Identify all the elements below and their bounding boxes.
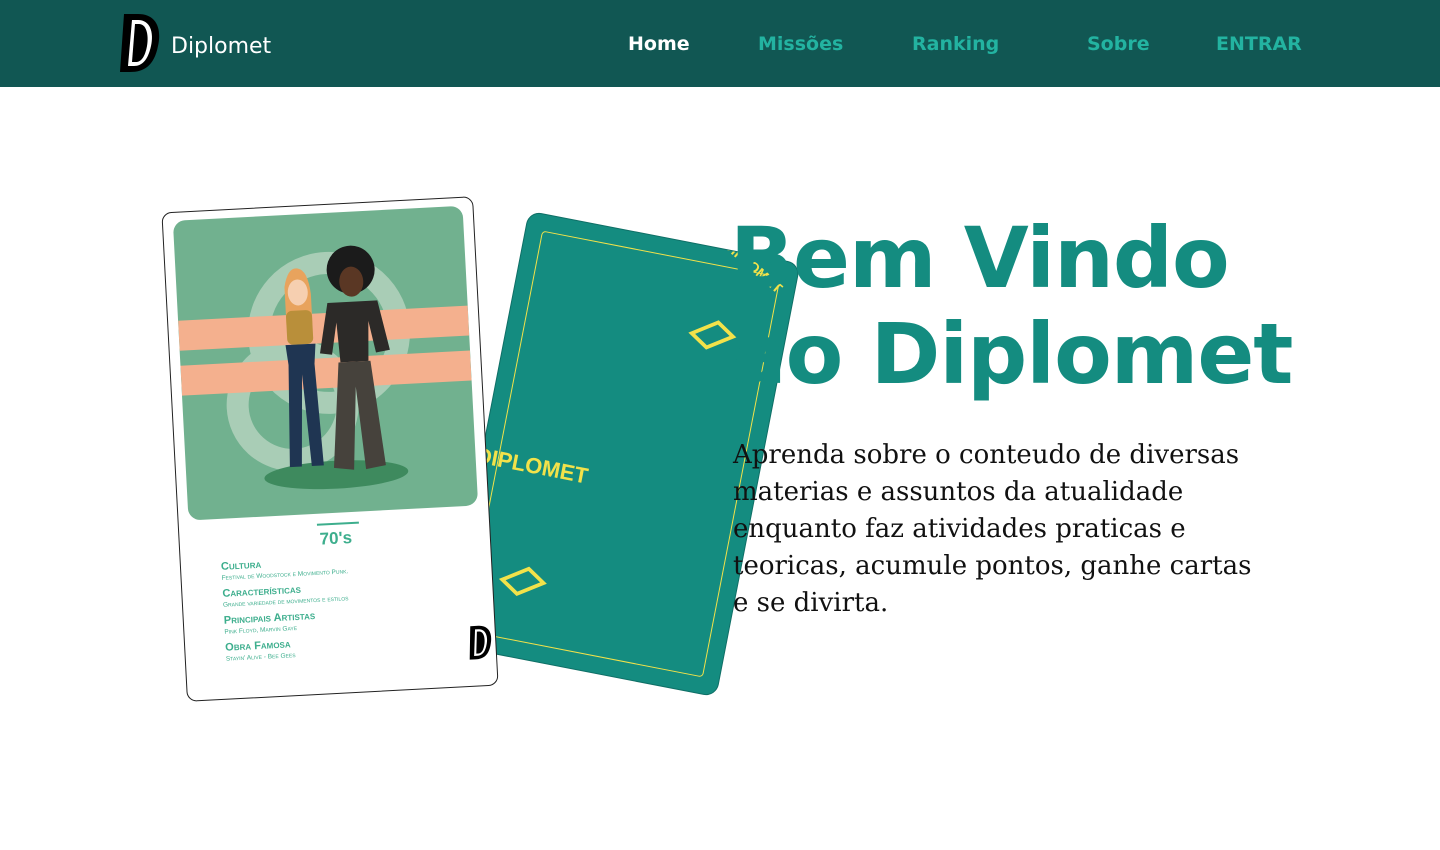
divider <box>316 521 359 526</box>
navbar: Diplomet Home Missões Ranking Sobre ENTR… <box>0 0 1440 87</box>
card-illustration: DIPLOMET DIPLOMET 70's Cultura Festival … <box>160 190 800 710</box>
nav-missoes[interactable]: Missões <box>758 33 843 55</box>
hero-title-line2: ao Diplomet <box>730 305 1293 403</box>
hero-description: Aprenda sobre o conteudo de diversas mat… <box>733 440 1252 618</box>
hero-title: Bem Vindo ao Diplomet <box>730 209 1293 403</box>
nav-ranking[interactable]: Ranking <box>912 33 999 55</box>
nav-home[interactable]: Home <box>628 33 690 55</box>
nav-sobre[interactable]: Sobre <box>1087 33 1150 55</box>
diplomet-logo-icon <box>469 625 492 660</box>
card-era: 70's <box>319 527 353 549</box>
brand[interactable]: Diplomet <box>118 10 271 76</box>
hero-title-line1: Bem Vindo <box>730 209 1230 307</box>
diplomet-logo-icon <box>120 14 160 72</box>
brand-name: Diplomet <box>171 34 272 59</box>
seventies-couple-illustration <box>178 245 472 490</box>
card-artwork <box>172 205 479 521</box>
nav-entrar[interactable]: ENTRAR <box>1216 33 1302 55</box>
card-info: Cultura Festival de Woodstock e Moviment… <box>221 549 446 668</box>
card-front: 70's Cultura Festival de Woodstock e Mov… <box>161 196 499 702</box>
